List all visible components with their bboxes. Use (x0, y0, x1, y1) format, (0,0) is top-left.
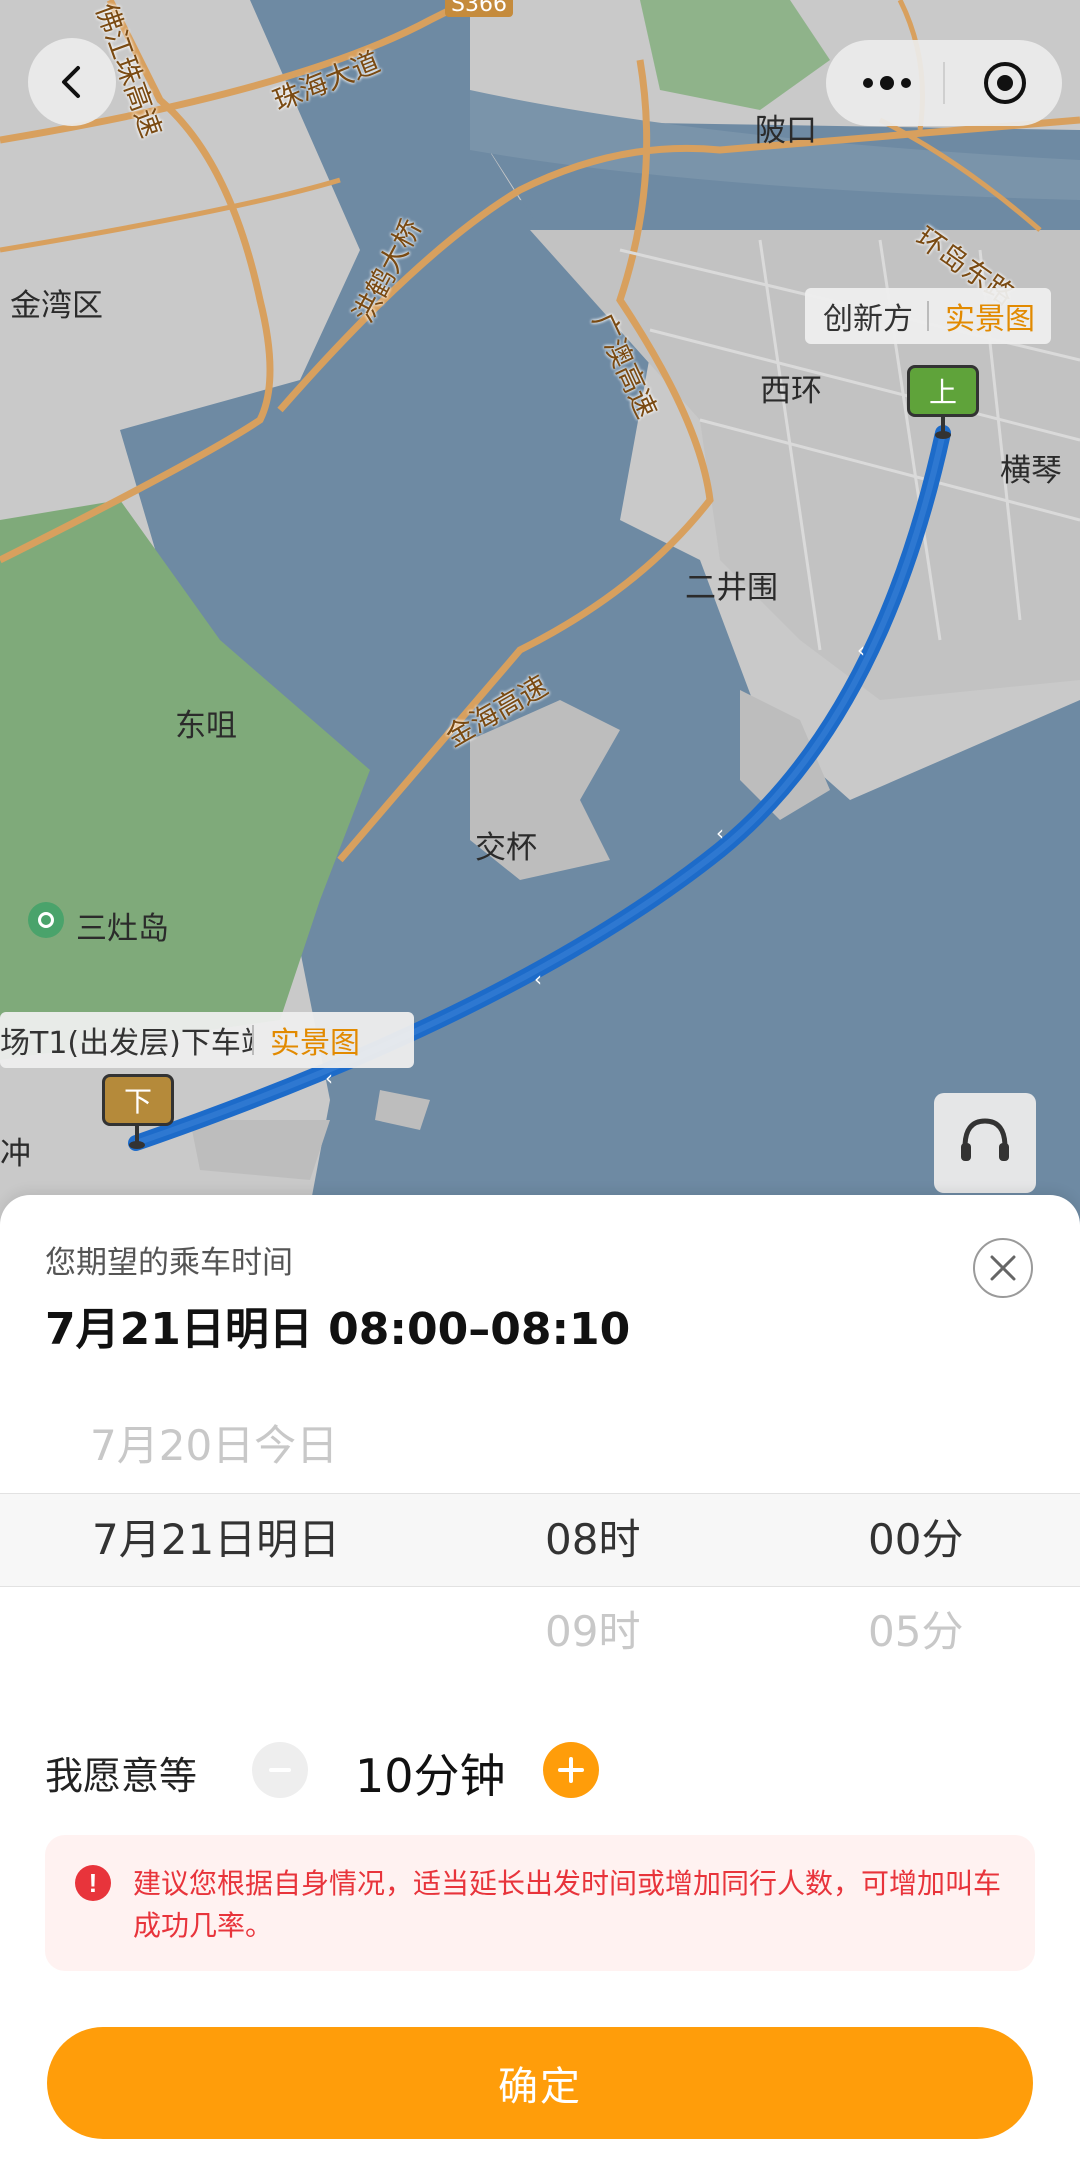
warning-banner: ! 建议您根据自身情况，适当延长出发时间或增加同行人数，可增加叫车成功几率。 (45, 1835, 1035, 1971)
picker-row-prev[interactable]: 7月20日今日 (0, 1400, 1080, 1492)
map-label-xihuan: 西环 (760, 373, 822, 409)
pickup-marker[interactable]: 上 (907, 365, 979, 417)
close-icon (990, 1255, 1016, 1281)
dropoff-marker[interactable]: 下 (102, 1074, 174, 1126)
dropoff-name: 场T1(出发层)下车站 (0, 1026, 252, 1061)
picker-hour-selected[interactable]: 08时 (545, 1494, 640, 1586)
map-label-erjingwei: 二井围 (685, 570, 778, 606)
picker-minute-selected[interactable]: 00分 (868, 1494, 963, 1586)
map-view[interactable]: ‹ ‹ ‹ ‹ 金湾区 陂口 西环 横琴 二井围 东咀 交杯 三灶岛 冲 珠海大… (0, 0, 1080, 1260)
picker-date-selected[interactable]: 7月21日明日 (92, 1494, 340, 1586)
picker-row-selected[interactable]: 7月21日明日 08时 00分 (0, 1493, 1080, 1587)
map-label-hengqin: 横琴 (1000, 453, 1062, 489)
close-miniapp-button[interactable] (974, 57, 1036, 109)
chevron-left-icon (62, 66, 80, 98)
dropoff-live-view-link[interactable]: 实景图 (254, 1018, 376, 1062)
pickup-marker-label: 上 (928, 376, 957, 409)
target-circle-icon (984, 62, 1026, 104)
map-label-sanzaodao: 三灶岛 (76, 911, 169, 947)
map-label-chong: 冲 (0, 1136, 31, 1172)
picker-hour-next[interactable]: 09时 (545, 1586, 640, 1678)
map-label-dongju: 东咀 (175, 708, 237, 744)
miniapp-capsule (826, 40, 1062, 126)
wait-increase-button[interactable] (543, 1742, 599, 1798)
svg-text:‹: ‹ (857, 638, 865, 662)
picker-date-prev[interactable]: 7月20日今日 (90, 1400, 338, 1492)
close-sheet-button[interactable] (973, 1238, 1033, 1298)
customer-service-button[interactable] (934, 1093, 1036, 1193)
plus-icon (558, 1757, 584, 1783)
wait-value: 10分钟 (355, 1749, 506, 1803)
picker-row-next[interactable]: 09时 05分 (0, 1586, 1080, 1678)
more-button[interactable] (856, 57, 918, 109)
map-label-jinwan: 金湾区 (10, 288, 103, 324)
dropoff-marker-label: 下 (123, 1085, 152, 1118)
pickup-name: 创新方 (823, 302, 913, 337)
scenic-spot-icon (28, 902, 64, 938)
dropoff-tag[interactable]: 场T1(出发层)下车站 实景图 (0, 1012, 414, 1068)
map-label-lingkou: 陂口 (755, 113, 817, 149)
capsule-divider (943, 62, 945, 104)
sheet-title: 您期望的乘车时间 (45, 1245, 293, 1281)
more-dots-icon (863, 76, 911, 90)
pickup-live-view-link[interactable]: 实景图 (929, 294, 1051, 338)
minus-icon (269, 1768, 291, 1772)
picker-minute-next[interactable]: 05分 (868, 1586, 963, 1678)
confirm-button[interactable]: 确定 (47, 2027, 1033, 2139)
pickup-tag[interactable]: 创新方 实景图 (805, 288, 1051, 344)
svg-text:‹: ‹ (716, 821, 724, 845)
back-button[interactable] (28, 38, 116, 126)
road-label-s366: S366 (445, 0, 513, 17)
wait-decrease-button[interactable] (252, 1742, 308, 1798)
selected-time-summary: 7月21日明日 08:00–08:10 (45, 1304, 631, 1355)
map-base: ‹ ‹ ‹ ‹ (0, 0, 1080, 1260)
warning-text: 建议您根据自身情况，适当延长出发时间或增加同行人数，可增加叫车成功几率。 (133, 1867, 1002, 1942)
warning-icon: ! (75, 1865, 111, 1901)
wait-label: 我愿意等 (45, 1754, 198, 1798)
svg-text:‹: ‹ (534, 967, 542, 991)
headset-icon (961, 1118, 1009, 1161)
map-label-jiaobei: 交杯 (475, 830, 537, 866)
svg-text:‹: ‹ (325, 1066, 333, 1090)
